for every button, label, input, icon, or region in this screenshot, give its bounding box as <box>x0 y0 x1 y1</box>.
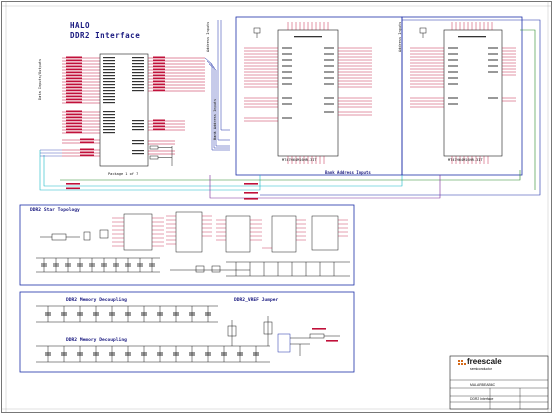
star-resistor-array-2 <box>166 211 212 253</box>
label-part-right: MT47H64M16HR-3IT <box>448 158 483 162</box>
controller-ic <box>99 53 149 167</box>
vref-net-labels <box>312 328 338 342</box>
decoupling-row-2 <box>36 345 270 363</box>
vref-jumper-circuit <box>227 316 340 356</box>
decoupling-frame <box>19 291 355 373</box>
label-data-inputs-vertical: Data Inputs/Outputs <box>38 58 42 100</box>
schematic-drawing <box>1 1 552 413</box>
brand-sub-text: semiconductor <box>470 367 493 371</box>
decoupling-row-1 <box>36 305 218 323</box>
star-bottom-row <box>170 261 350 277</box>
termination-resistors <box>149 145 173 166</box>
ddr2-memory-2 <box>410 22 516 164</box>
label-address-inputs-right: Address Inputs <box>398 21 402 52</box>
title-block-project: MALARBEAB6C <box>470 383 496 387</box>
diagram-title-line1: HALO <box>70 21 91 30</box>
loop-net-labels <box>66 183 258 200</box>
star-left-cap-plates <box>41 263 155 267</box>
section-vref-jumper: DDR2_VREF Jumper <box>234 298 279 303</box>
left-margin-ticks <box>40 149 62 157</box>
section-star-topology: DDR2 Star Topology <box>30 208 80 213</box>
brand-logo-text: freescale <box>467 357 502 366</box>
diagram-title-line2: DDR2 Interface <box>70 31 141 40</box>
label-address-inputs-left: Address Inputs <box>206 21 210 52</box>
controller-net-names <box>66 56 94 157</box>
ddr2-memory-1 <box>244 22 372 164</box>
label-bank-address-vertical: Bank Address Inputs <box>213 98 217 140</box>
title-block-sheet: DDR2 Interface <box>470 397 494 401</box>
star-left-decoupling-row <box>36 257 160 273</box>
mem1-bypass-cap <box>253 27 261 38</box>
star-resistor-array-3 <box>216 215 262 253</box>
decoupling-row-2-plates <box>45 352 259 356</box>
star-resistor-array-4 <box>262 215 306 253</box>
label-part-left: MT47H64M16HR-3IT <box>282 158 317 162</box>
mem2-bypass-cap <box>419 27 427 38</box>
section-decoupling-top: DDR2 Memory Decoupling <box>66 298 127 303</box>
star-resistor-array-1 <box>112 213 164 251</box>
star-left-components <box>40 229 109 241</box>
output-net-names <box>153 56 165 131</box>
star-resistor-array-5 <box>311 215 348 251</box>
section-decoupling-bottom: DDR2 Memory Decoupling <box>66 338 127 343</box>
label-bank-address-inputs: Bank Address Inputs <box>325 170 371 175</box>
schematic-sheet: HALO DDR2 Interface DDR2 Star Topology D… <box>0 0 554 415</box>
label-package: Package 1 of 7 <box>108 172 139 176</box>
